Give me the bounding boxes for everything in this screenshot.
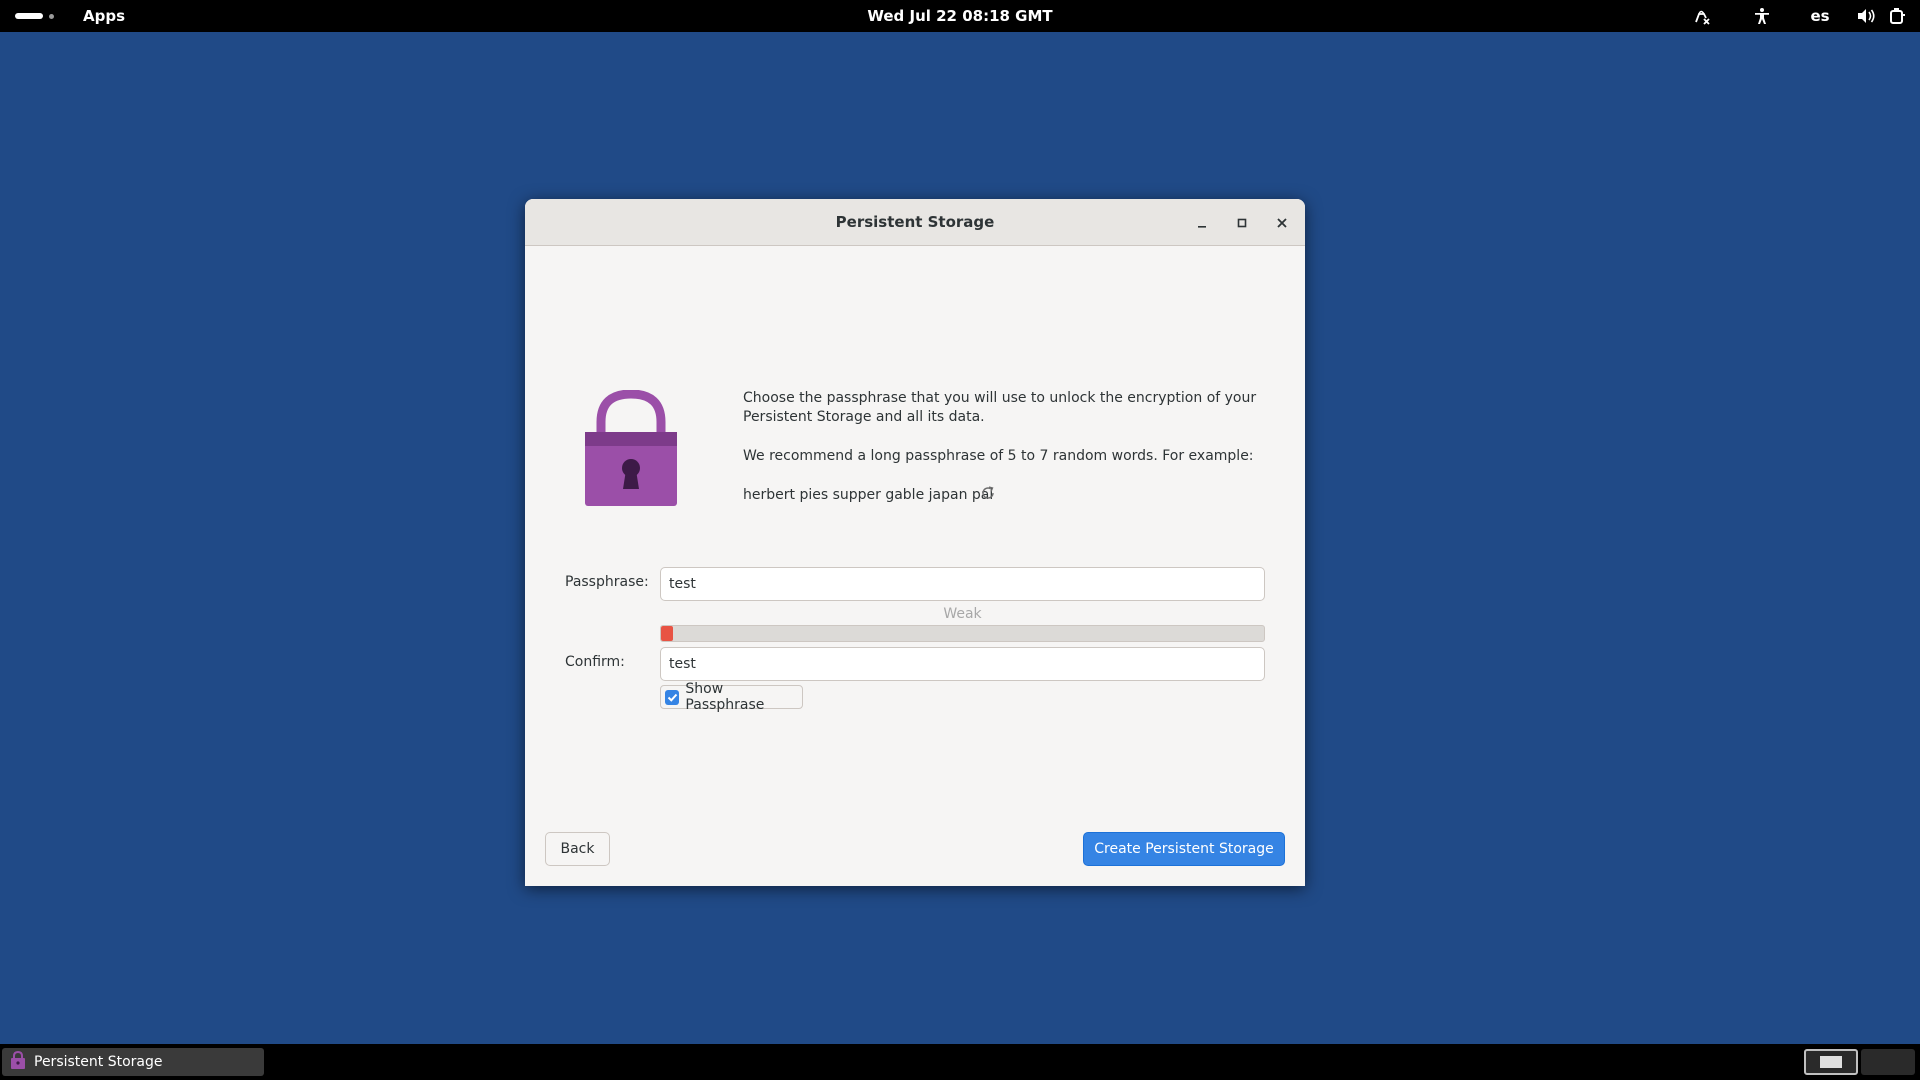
passphrase-input[interactable] (660, 567, 1265, 601)
taskbar-window-button[interactable]: Persistent Storage (2, 1048, 264, 1076)
padlock-icon (581, 389, 681, 512)
strength-meter (660, 625, 1265, 642)
minimize-icon[interactable] (1190, 211, 1214, 235)
top-bar: Apps Wed Jul 22 08:18 GMT es (0, 0, 1920, 32)
padlock-icon (10, 1050, 26, 1073)
persistent-storage-dialog: Persistent Storage Choose the passphrase… (525, 199, 1305, 886)
create-persistent-storage-button[interactable]: Create Persistent Storage (1083, 832, 1285, 866)
refresh-icon[interactable] (980, 485, 996, 505)
workspace-window-thumbnail (1820, 1056, 1842, 1068)
workspace-2[interactable] (1861, 1049, 1915, 1075)
power-icon[interactable] (1888, 7, 1906, 25)
strength-label: Weak (943, 606, 982, 622)
recommendation-text: We recommend a long passphrase of 5 to 7… (743, 448, 1254, 464)
volume-icon[interactable] (1856, 7, 1876, 25)
back-button[interactable]: Back (545, 832, 610, 866)
language-indicator[interactable]: es (1810, 7, 1830, 25)
workspace-dot (49, 14, 54, 19)
taskbar-window-label: Persistent Storage (34, 1054, 163, 1070)
show-passphrase-checkbox[interactable] (665, 689, 680, 705)
title-bar[interactable]: Persistent Storage (525, 199, 1305, 246)
bottom-taskbar: Persistent Storage (0, 1044, 1920, 1080)
window-title: Persistent Storage (835, 213, 995, 231)
confirm-input[interactable] (660, 647, 1265, 681)
cleaner-icon[interactable] (1693, 7, 1711, 25)
intro-text: Choose the passphrase that you will use … (743, 390, 1257, 406)
passphrase-label: Passphrase: (565, 574, 649, 590)
accessibility-icon[interactable] (1753, 7, 1771, 25)
workspace-1[interactable] (1804, 1049, 1858, 1075)
example-passphrase: herbert pies supper gable japan pal (743, 487, 994, 503)
close-icon[interactable] (1270, 211, 1294, 235)
maximize-icon[interactable] (1230, 211, 1254, 235)
strength-meter-fill (661, 626, 674, 641)
confirm-label: Confirm: (565, 654, 625, 670)
show-passphrase-label: Show Passphrase (685, 681, 765, 713)
clock[interactable]: Wed Jul 22 08:18 GMT (860, 7, 1060, 25)
show-passphrase-toggle[interactable]: Show Passphrase (660, 681, 803, 713)
activities-indicator (15, 13, 43, 19)
apps-menu-button[interactable]: Apps (83, 7, 125, 25)
intro-text-line2: Persistent Storage and all its data. (743, 409, 985, 425)
